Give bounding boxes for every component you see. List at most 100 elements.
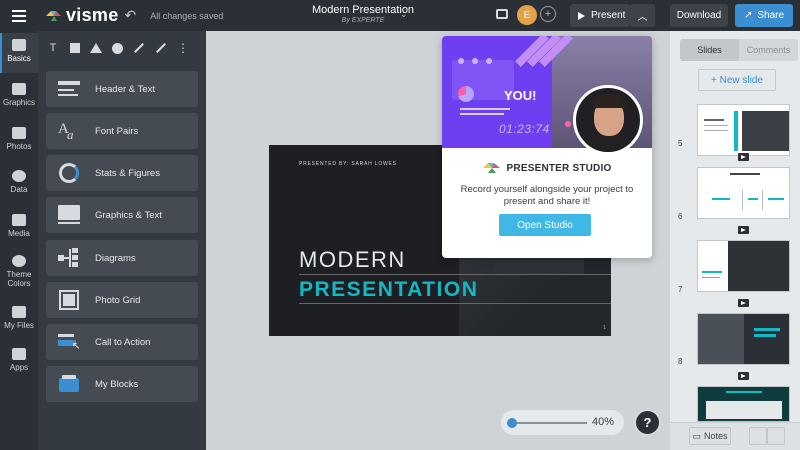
chevron-up-icon[interactable]: ︿: [630, 4, 655, 27]
presenter-avatar: [573, 85, 643, 155]
files-icon: [12, 306, 26, 318]
user-avatar[interactable]: E: [517, 5, 537, 25]
panel-item-my-blocks[interactable]: My Blocks: [46, 366, 198, 402]
rail-apps[interactable]: Apps: [0, 348, 38, 376]
apps-icon: [12, 348, 26, 360]
logo-text: visme: [66, 5, 119, 25]
panel-item-graphics-text[interactable]: Graphics & Text: [46, 197, 198, 233]
basics-icon: [12, 39, 26, 51]
visme-logo[interactable]: visme: [46, 5, 119, 26]
slide-thumbnail-7[interactable]: [697, 240, 790, 292]
more-tools-icon[interactable]: ⋮: [177, 42, 189, 54]
zoom-slider[interactable]: [511, 422, 587, 424]
document-title[interactable]: Modern Presentation: [298, 4, 428, 16]
hero-timer: 01:23:74: [499, 122, 550, 136]
slide-number: 5: [678, 139, 683, 148]
graphics-icon: [12, 83, 26, 95]
slide-play-icon[interactable]: [738, 226, 749, 234]
presenter-studio-brand: PRESENTER STUDIO: [442, 162, 652, 174]
slide-title-line1[interactable]: MODERN: [299, 247, 406, 273]
notes-label: Notes: [704, 431, 728, 441]
cta-icon: ↖: [58, 332, 80, 352]
rail-photos[interactable]: Photos: [0, 127, 38, 155]
hero-pie-icon: [458, 86, 474, 102]
shape-toolbar: T ⋮: [46, 40, 198, 56]
record-dot-icon: [565, 121, 571, 127]
line-tool-icon[interactable]: [134, 43, 144, 53]
graphics-text-icon: [58, 205, 80, 225]
text-tool-icon[interactable]: T: [46, 42, 60, 54]
rail-basics[interactable]: Basics: [0, 33, 38, 73]
rail-data[interactable]: Data: [0, 170, 38, 198]
panel-item-diagrams[interactable]: Diagrams: [46, 240, 198, 276]
new-slide-button[interactable]: + New slide: [698, 69, 776, 91]
visme-logo-mark: [46, 10, 61, 21]
presenter-hair: [592, 94, 626, 108]
panel-item-header-text[interactable]: Header & Text: [46, 71, 198, 107]
panel-item-stats-figures[interactable]: Stats & Figures: [46, 155, 198, 191]
document-title-block[interactable]: Modern Presentation By EXPERTE: [298, 4, 428, 24]
menu-icon[interactable]: [0, 0, 38, 31]
diagram-icon: [58, 248, 80, 268]
slide-thumbnail-8[interactable]: [697, 313, 790, 365]
rail-graphics[interactable]: Graphics: [0, 83, 38, 111]
download-button[interactable]: Download: [670, 4, 728, 27]
presenter-studio-description: Record yourself alongside your project t…: [460, 184, 634, 207]
document-author: By EXPERTE: [341, 17, 385, 24]
slide-thumbnail-6[interactable]: [697, 167, 790, 219]
slide-thumbnail-5[interactable]: [697, 104, 790, 156]
undo-icon[interactable]: ↶: [125, 7, 137, 24]
list-view-icon[interactable]: [767, 427, 785, 445]
slide-play-icon[interactable]: [738, 153, 749, 161]
help-button[interactable]: ?: [634, 409, 661, 436]
presenter-studio-popup: YOU! 01:23:74 PRESENTER STUDIO Record yo…: [442, 36, 652, 258]
share-icon: ↗: [743, 10, 753, 21]
grid-view-icon[interactable]: [749, 427, 767, 445]
arrow-tool-icon[interactable]: [156, 43, 166, 53]
slide-page-number: 1: [603, 325, 606, 331]
tab-slides[interactable]: Slides: [680, 39, 739, 61]
slide-title-line2[interactable]: PRESENTATION: [299, 278, 478, 302]
rail-theme-colors[interactable]: Theme Colors: [0, 255, 38, 291]
presenter-studio-logo-icon: [482, 163, 500, 173]
blocks-icon: [58, 374, 80, 394]
notes-button[interactable]: ▭ Notes: [689, 427, 731, 445]
rectangle-tool-icon[interactable]: [70, 43, 80, 53]
present-label: Present: [591, 10, 626, 21]
panel-item-photo-grid[interactable]: Photo Grid: [46, 282, 198, 318]
chevron-down-icon[interactable]: ⌄: [400, 9, 408, 20]
panel-item-font-pairs[interactable]: Aa Font Pairs: [46, 113, 198, 149]
zoom-slider-handle[interactable]: [507, 418, 517, 428]
save-status: All changes saved: [150, 10, 224, 21]
hero-headline: YOU!: [504, 88, 537, 103]
presenter-studio-title: PRESENTER STUDIO: [506, 162, 612, 174]
rail-my-files[interactable]: My Files: [0, 306, 38, 334]
slide-number: 8: [678, 357, 683, 366]
zoom-control: 40%: [501, 410, 624, 435]
slide-presenter-text[interactable]: PRESENTED BY: SARAH LOWES: [299, 161, 397, 167]
slide-play-icon[interactable]: [738, 299, 749, 307]
comment-icon[interactable]: [496, 9, 508, 19]
data-icon: [12, 170, 26, 182]
media-icon: [12, 214, 26, 226]
palette-icon: [12, 255, 26, 267]
photo-grid-icon: [58, 290, 80, 310]
triangle-tool-icon[interactable]: [90, 43, 102, 53]
share-button[interactable]: ↗ Share: [735, 4, 793, 27]
circle-tool-icon[interactable]: [112, 42, 123, 54]
open-studio-button[interactable]: Open Studio: [499, 214, 591, 236]
slide-play-icon[interactable]: [738, 372, 749, 380]
rail-media[interactable]: Media: [0, 214, 38, 242]
present-button[interactable]: Present: [570, 4, 630, 27]
hero-bar: [460, 113, 504, 115]
slide-divider-top: [299, 274, 611, 275]
slide-number: 7: [678, 285, 683, 294]
zoom-value: 40%: [591, 416, 614, 428]
panel-item-call-to-action[interactable]: ↖ Call to Action: [46, 324, 198, 360]
share-label: Share: [757, 10, 785, 21]
slide-thumbnail-9[interactable]: [697, 386, 790, 422]
slide-divider-bottom: [299, 303, 611, 304]
tab-comments[interactable]: Comments: [739, 39, 798, 61]
slide-number: 6: [678, 212, 683, 221]
add-collaborator-icon[interactable]: +: [540, 6, 556, 22]
